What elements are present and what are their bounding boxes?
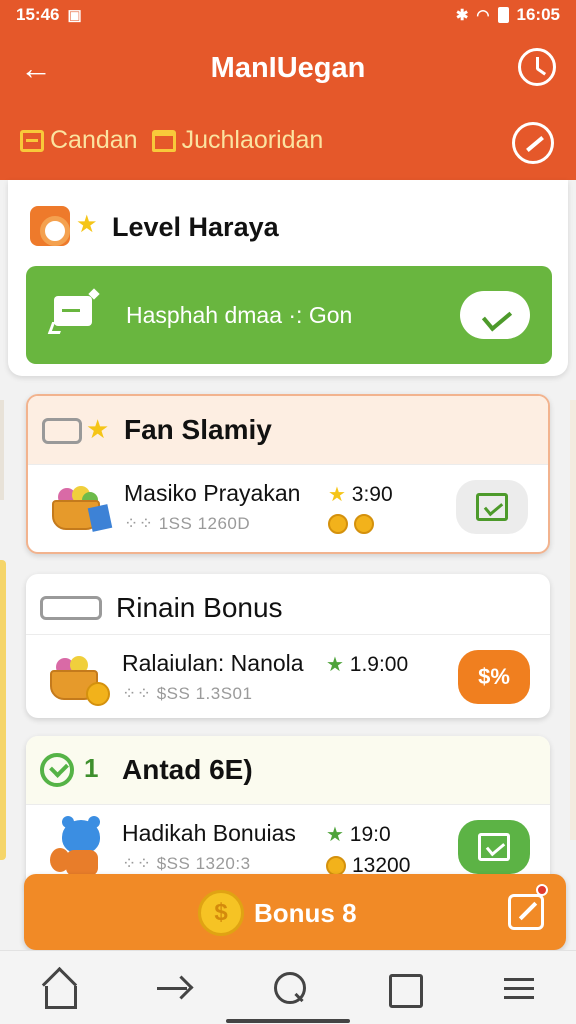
tier-header: Rinain Bonus — [26, 574, 550, 642]
item-subtext: ⁘⁘ 1SS 1260D — [124, 514, 251, 533]
ticket-check-icon — [476, 493, 508, 521]
clock-icon[interactable] — [518, 48, 556, 86]
coin-icon — [326, 856, 346, 876]
star-icon: ★ — [76, 211, 98, 238]
item-subtext: ⁘⁘ $SS 1320:3 — [122, 854, 251, 873]
page-title: ManIUegan — [210, 52, 366, 84]
star-icon: ★ — [86, 414, 110, 444]
cart-icon — [20, 129, 44, 152]
level-card: ★ Level Haraya Hasphah dmaa ·: Gon — [8, 180, 568, 376]
notification-icon: ▣ — [67, 7, 82, 24]
promo-go-button[interactable] — [460, 291, 530, 339]
edit-circle-icon[interactable] — [512, 122, 554, 164]
list-item: Masiko Prayakan ⁘⁘ 1SS 1260D ★ 3:90 — [28, 464, 548, 552]
claim-ticket-button[interactable] — [456, 480, 528, 534]
star-icon: ★ — [326, 654, 344, 676]
percent-offer-button[interactable]: $% — [458, 650, 530, 704]
home-indicator — [226, 1019, 350, 1023]
status-right-time: 16:05 — [516, 5, 560, 24]
battery-icon — [497, 7, 509, 23]
promo-banner[interactable]: Hasphah dmaa ·: Gon — [26, 266, 552, 364]
coin-icon — [354, 514, 374, 534]
gift-box-icon — [42, 418, 82, 444]
mascot-icon — [48, 816, 108, 882]
status-time: 15:46 — [16, 5, 60, 24]
tier-title: Rinain Bonus — [116, 592, 283, 623]
points-value: 19:0 — [349, 823, 391, 846]
tier-number: 1 — [84, 753, 99, 783]
tier-card: ★ Fan Slamiy Masiko Prayakan ⁘⁘ 1SS 1260… — [26, 394, 550, 554]
chat-icon — [47, 288, 100, 336]
item-points: ★ 1.9:00 — [326, 652, 408, 677]
ticket-check-icon — [478, 833, 510, 861]
building-icon — [151, 129, 176, 152]
tab-label: Juchlaoridan — [181, 126, 324, 154]
home-icon[interactable] — [28, 958, 88, 1018]
edit-icon[interactable] — [508, 894, 544, 930]
content-area: ★ Level Haraya Hasphah dmaa ·: Gon ★ Fan… — [0, 180, 576, 950]
notification-dot — [536, 884, 548, 896]
basket-icon — [48, 652, 110, 706]
square-icon[interactable] — [373, 958, 433, 1018]
basket-icon — [50, 482, 113, 534]
bottom-nav — [0, 950, 576, 1024]
promo-text: Hasphah dmaa ·: Gon — [126, 302, 353, 328]
coin-icon: $ — [198, 890, 244, 936]
coin-icon — [328, 514, 348, 534]
item-points: ★ 3:90 — [328, 482, 393, 507]
level-badge-icon — [30, 206, 70, 246]
search-icon[interactable] — [258, 958, 318, 1018]
points-value: 3:90 — [351, 483, 393, 506]
check-circle-icon — [40, 753, 74, 787]
points-value: 1.9:00 — [349, 653, 409, 676]
tier-title: Antad 6E) — [122, 754, 253, 785]
arrow-right-icon[interactable] — [143, 958, 203, 1018]
tier-header: ★ Fan Slamiy — [28, 396, 548, 464]
claim-ticket-button[interactable] — [458, 820, 530, 874]
bluetooth-icon: ✱ — [455, 7, 469, 24]
list-item: Ralaiulan: Nanola ⁘⁘ $SS 1.3S01 ★ 1.9:00… — [26, 634, 550, 718]
item-subtext: ⁘⁘ $SS 1.3S01 — [122, 684, 253, 703]
tier-title: Fan Slamiy — [124, 414, 272, 445]
wifi-icon: ◠ — [476, 7, 490, 24]
item-points: ★ 19:0 — [326, 822, 391, 847]
tier-card: 1 Antad 6E) Hadikah Bonuias ⁘⁘ $SS 1320:… — [26, 736, 550, 896]
header-tabs: Candan Juchlaoridan — [20, 126, 323, 155]
tier-header: 1 Antad 6E) — [26, 736, 550, 804]
item-coins — [328, 514, 374, 534]
item-name: Ralaiulan: Nanola — [122, 650, 304, 676]
badge-icon — [40, 596, 102, 620]
tab-label: Candan — [50, 126, 138, 154]
side-decoration — [0, 560, 6, 860]
side-decoration — [0, 400, 4, 500]
app-header: ← ManIUegan Candan Juchlaoridan — [0, 30, 576, 180]
item-name: Masiko Prayakan — [124, 480, 301, 506]
star-icon: ★ — [328, 484, 346, 506]
bonus-label: Bonus 8 — [254, 898, 357, 928]
tab-juchlaoridan[interactable]: Juchlaoridan — [151, 126, 324, 155]
star-icon: ★ — [326, 824, 344, 846]
bonus-button[interactable]: $ Bonus 8 — [24, 874, 566, 950]
menu-icon[interactable] — [488, 958, 548, 1018]
tier-card: Rinain Bonus Ralaiulan: Nanola ⁘⁘ $SS 1.… — [26, 574, 550, 718]
item-name: Hadikah Bonuias — [122, 820, 296, 846]
level-title: Level Haraya — [112, 212, 279, 242]
side-decoration — [570, 400, 576, 840]
tab-candan[interactable]: Candan — [20, 126, 138, 155]
status-bar: 15:46 ▣ ✱ ◠ 16:05 — [0, 0, 576, 30]
